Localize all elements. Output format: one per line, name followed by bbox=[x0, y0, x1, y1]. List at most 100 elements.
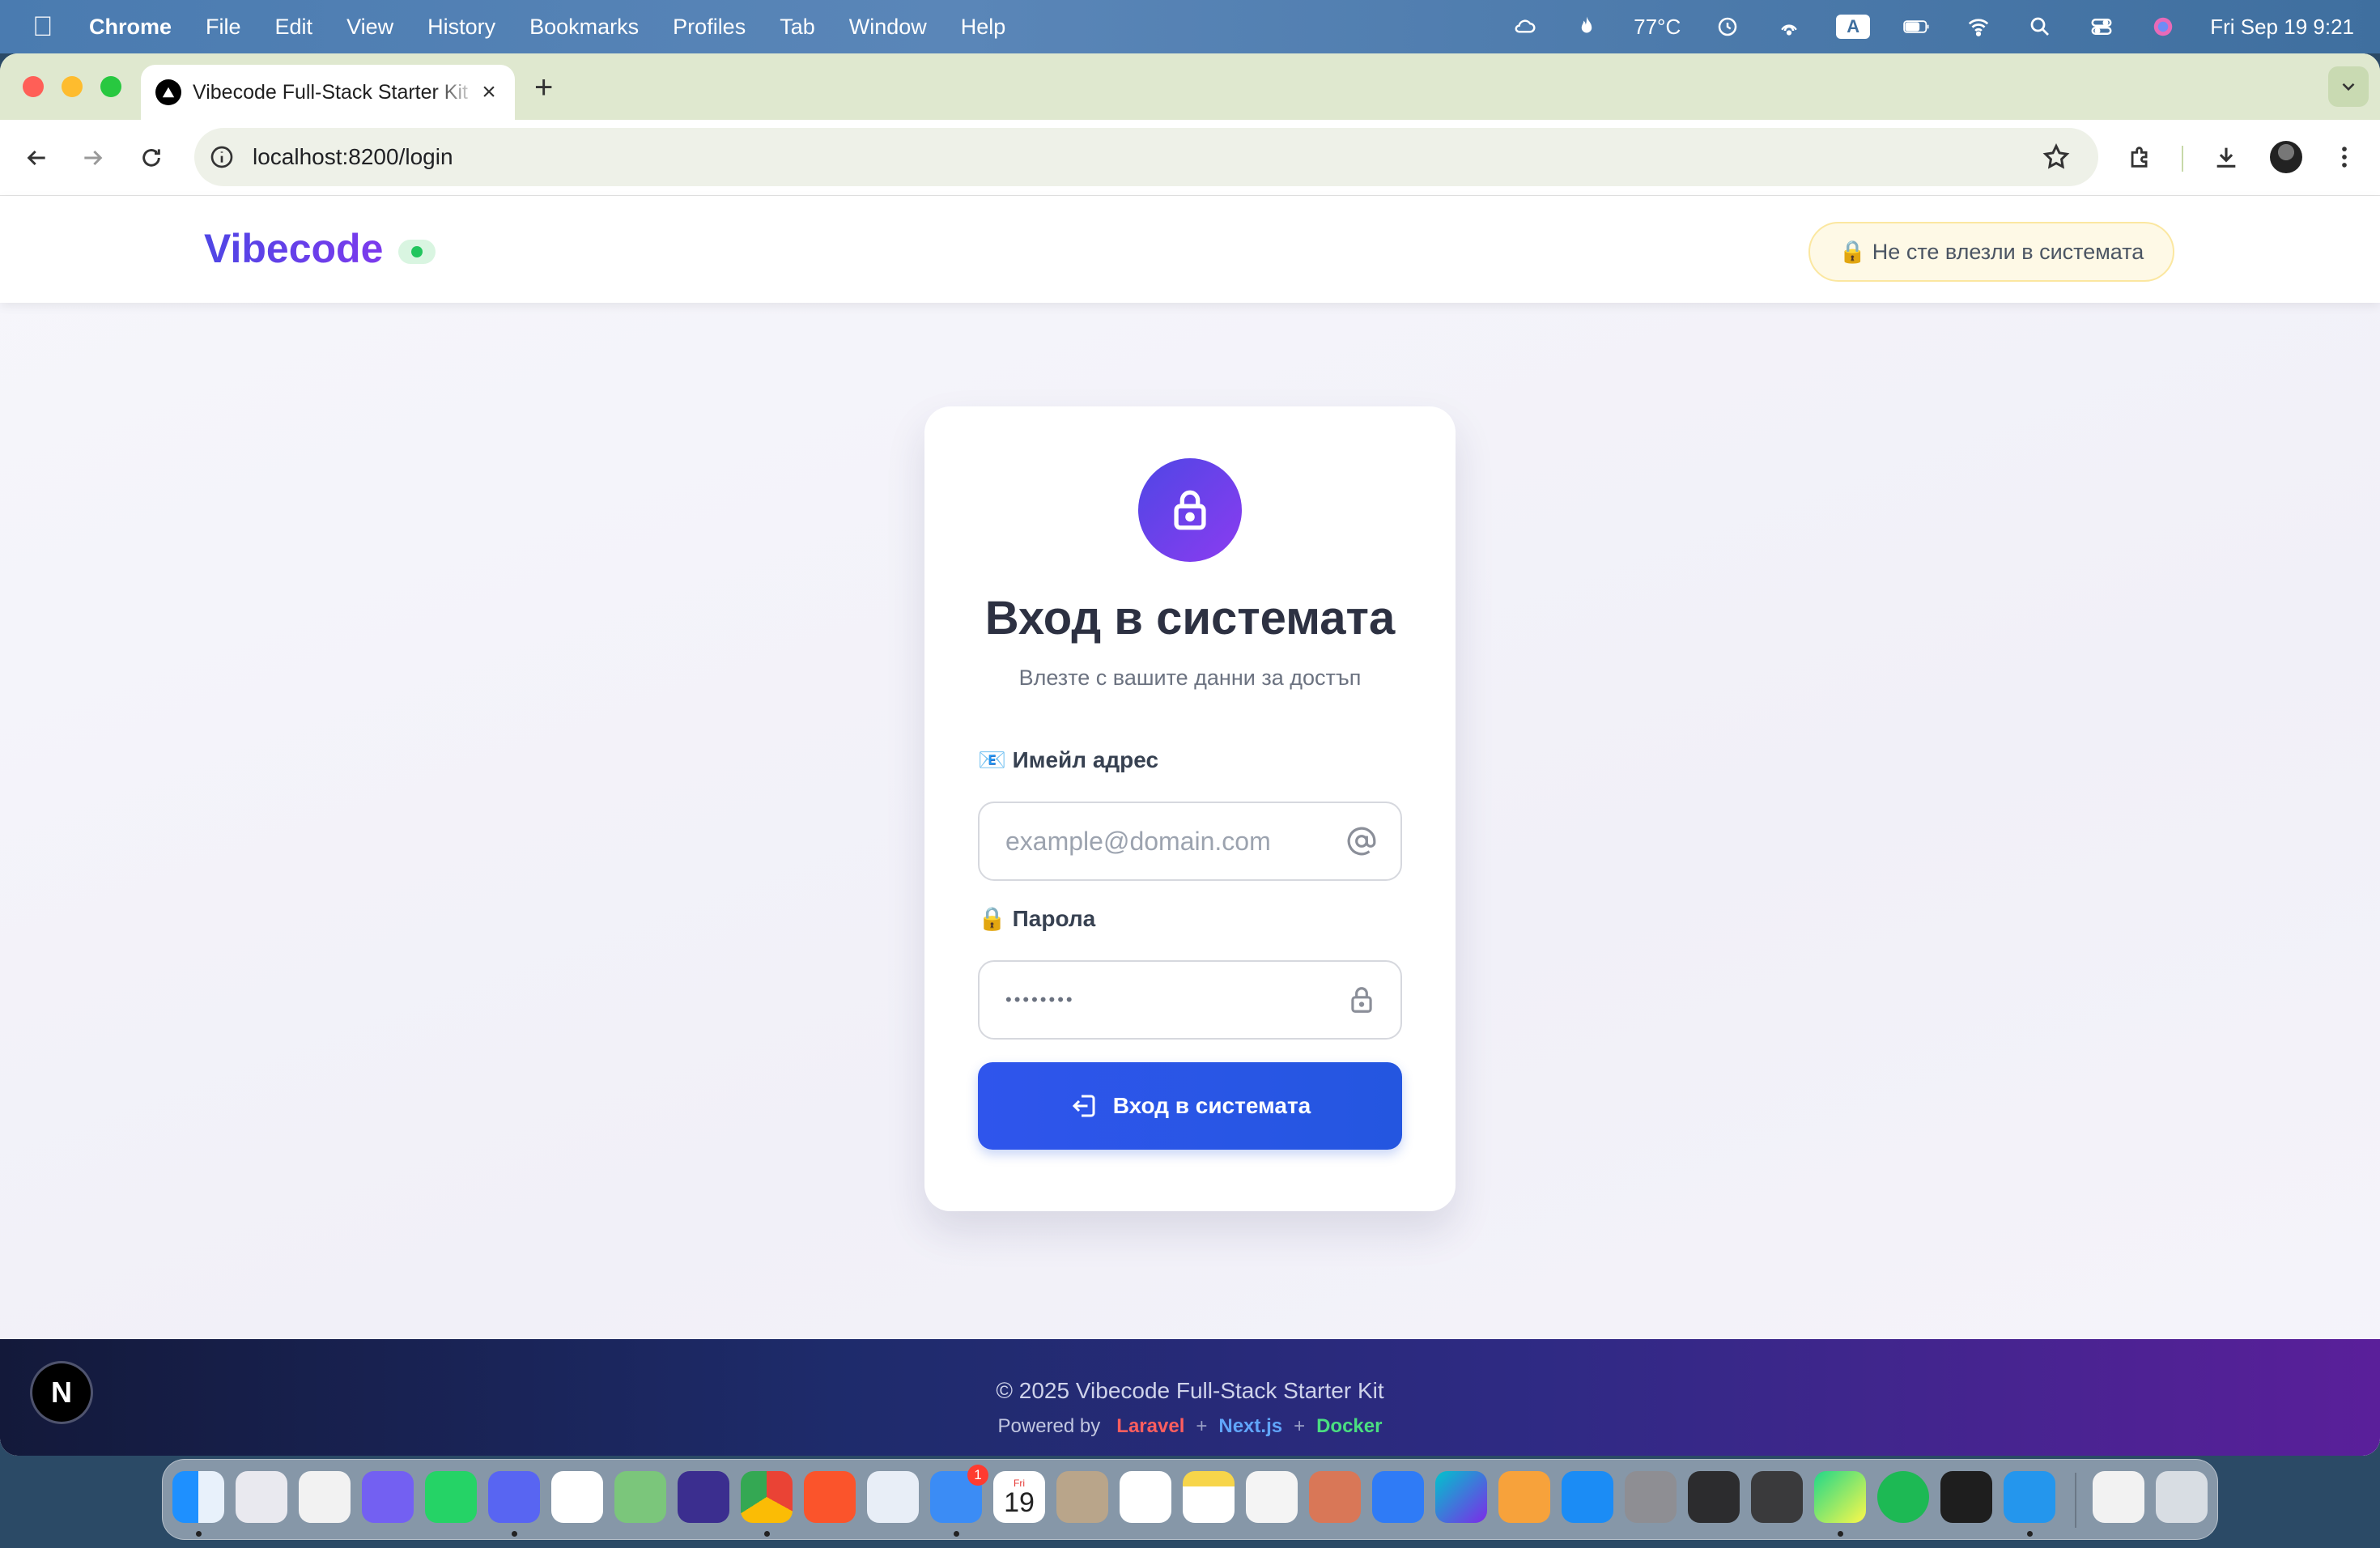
login-card: Вход в системата Влезте с вашите данни з… bbox=[924, 406, 1456, 1211]
macos-dock: 1 Fri 19 bbox=[162, 1459, 2218, 1540]
airdrop-icon[interactable] bbox=[1774, 14, 1804, 40]
mail-icon[interactable]: 1 bbox=[930, 1465, 988, 1523]
reload-button[interactable] bbox=[133, 139, 170, 176]
canva-icon[interactable] bbox=[1435, 1471, 1487, 1523]
toolbar-divider bbox=[2182, 146, 2183, 172]
menu-tab[interactable]: Tab bbox=[780, 15, 815, 40]
slack-icon[interactable] bbox=[551, 1471, 603, 1523]
footer-copyright: © 2025 Vibecode Full-Stack Starter Kit bbox=[996, 1378, 1384, 1403]
system-settings-icon[interactable] bbox=[1625, 1471, 1677, 1523]
claude-icon[interactable] bbox=[1309, 1471, 1361, 1523]
figma-icon[interactable] bbox=[1940, 1471, 1992, 1523]
site-info-icon[interactable] bbox=[209, 144, 235, 170]
keynote-icon[interactable] bbox=[1372, 1471, 1424, 1523]
login-submit-button[interactable]: Вход в системата bbox=[978, 1062, 1402, 1150]
siri-icon[interactable] bbox=[2148, 14, 2178, 40]
time-machine-icon[interactable] bbox=[1713, 14, 1742, 40]
address-bar[interactable]: localhost:8200/login bbox=[194, 128, 2098, 186]
menu-profiles[interactable]: Profiles bbox=[673, 15, 746, 40]
app-store-icon[interactable] bbox=[1562, 1471, 1613, 1523]
viber-icon[interactable] bbox=[362, 1471, 414, 1523]
dock-divider bbox=[2075, 1473, 2076, 1528]
tab-search-button[interactable] bbox=[2328, 66, 2369, 107]
brand-logo[interactable]: Vibecode bbox=[204, 225, 383, 272]
lock-icon bbox=[1138, 458, 1242, 562]
control-center-icon[interactable] bbox=[2087, 14, 2116, 40]
profile-avatar[interactable] bbox=[2270, 141, 2302, 173]
menu-app-name[interactable]: Chrome bbox=[89, 15, 172, 40]
docker-link[interactable]: Docker bbox=[1316, 1415, 1382, 1437]
menu-help[interactable]: Help bbox=[961, 15, 1006, 40]
close-window-button[interactable] bbox=[23, 76, 44, 97]
trash-icon[interactable] bbox=[2156, 1471, 2208, 1523]
whatsapp-icon[interactable] bbox=[425, 1471, 477, 1523]
pages-icon[interactable] bbox=[1498, 1471, 1550, 1523]
docker-icon[interactable] bbox=[2004, 1471, 2055, 1523]
downloads-icon[interactable] bbox=[2207, 138, 2246, 176]
email-field[interactable] bbox=[978, 802, 1402, 881]
notes-icon[interactable] bbox=[1183, 1471, 1235, 1523]
menu-bookmarks[interactable]: Bookmarks bbox=[529, 15, 639, 40]
downloads-stack-icon[interactable] bbox=[2093, 1471, 2144, 1523]
running-indicator bbox=[2027, 1531, 2033, 1537]
url-text[interactable]: localhost:8200/login bbox=[253, 144, 453, 170]
nextjs-dev-tools-button[interactable]: N bbox=[32, 1363, 91, 1422]
close-tab-icon[interactable]: × bbox=[478, 79, 500, 106]
password-lock-icon bbox=[1344, 982, 1379, 1018]
discord-icon[interactable] bbox=[488, 1471, 540, 1523]
freeform-icon[interactable] bbox=[1246, 1471, 1298, 1523]
running-indicator bbox=[512, 1531, 517, 1537]
launchpad-icon[interactable] bbox=[236, 1471, 287, 1523]
battery-icon[interactable] bbox=[1902, 14, 1932, 40]
menu-window[interactable]: Window bbox=[849, 15, 927, 40]
status-indicator bbox=[398, 240, 436, 264]
laravel-link[interactable]: Laravel bbox=[1116, 1415, 1184, 1437]
minimize-window-button[interactable] bbox=[62, 76, 83, 97]
tab-strip: Vibecode Full-Stack Starter Kit × + bbox=[0, 53, 2380, 120]
zoom-window-button[interactable] bbox=[100, 76, 121, 97]
firefox-icon[interactable] bbox=[678, 1471, 729, 1523]
spotify-icon[interactable] bbox=[1877, 1471, 1929, 1523]
bookmark-star-icon[interactable] bbox=[2042, 142, 2071, 172]
brave-icon[interactable] bbox=[804, 1471, 856, 1523]
back-button[interactable] bbox=[18, 139, 55, 176]
wifi-icon[interactable] bbox=[1964, 14, 1993, 40]
login-title: Вход в системата bbox=[984, 592, 1396, 644]
finder-icon[interactable] bbox=[172, 1471, 224, 1523]
pycharm-icon[interactable] bbox=[1814, 1471, 1866, 1523]
login-arrow-icon bbox=[1072, 1095, 1095, 1117]
menu-edit[interactable]: Edit bbox=[275, 15, 313, 40]
chrome-icon[interactable] bbox=[741, 1471, 793, 1523]
spotlight-search-icon[interactable] bbox=[2025, 14, 2055, 40]
reminders-icon[interactable] bbox=[1120, 1471, 1171, 1523]
footer-powered-by: Powered by Laravel + Next.js + Docker bbox=[0, 1415, 2380, 1438]
new-tab-button[interactable]: + bbox=[534, 70, 553, 106]
final-cut-icon[interactable] bbox=[1751, 1471, 1803, 1523]
temperature-readout[interactable]: 77°C bbox=[1634, 15, 1681, 40]
contacts-icon[interactable] bbox=[1056, 1471, 1108, 1523]
disk-utility-icon[interactable] bbox=[1688, 1471, 1740, 1523]
forward-button[interactable] bbox=[74, 139, 112, 176]
at-sign-icon bbox=[1344, 823, 1379, 859]
scrivener-icon[interactable] bbox=[299, 1471, 351, 1523]
drive-icon[interactable] bbox=[867, 1471, 919, 1523]
weather-icon[interactable] bbox=[1511, 14, 1540, 40]
menubar-clock[interactable]: Fri Sep 19 9:21 bbox=[2210, 15, 2354, 40]
extensions-icon[interactable] bbox=[2121, 138, 2160, 176]
site-footer: © 2025 Vibecode Full-Stack Starter Kit P… bbox=[0, 1339, 2380, 1456]
temperature-flame-icon[interactable] bbox=[1572, 14, 1601, 40]
menu-view[interactable]: View bbox=[346, 15, 393, 40]
input-source-icon[interactable]: A bbox=[1836, 15, 1871, 39]
calendar-icon[interactable]: Fri 19 bbox=[993, 1471, 1045, 1523]
maps-icon[interactable] bbox=[614, 1471, 666, 1523]
menu-file[interactable]: File bbox=[206, 15, 241, 40]
plus-separator: + bbox=[1294, 1415, 1306, 1437]
tab-vibecode[interactable]: Vibecode Full-Stack Starter Kit × bbox=[141, 65, 515, 120]
password-field[interactable] bbox=[978, 960, 1402, 1040]
nextjs-link[interactable]: Next.js bbox=[1218, 1415, 1282, 1437]
email-label: 📧 Имейл адрес bbox=[978, 747, 1159, 772]
chrome-menu-icon[interactable] bbox=[2325, 138, 2364, 176]
menu-history[interactable]: History bbox=[427, 15, 495, 40]
auth-status-badge: 🔒 Не сте влезли в системата bbox=[1808, 222, 2174, 282]
apple-menu-icon[interactable]:  bbox=[32, 13, 57, 40]
